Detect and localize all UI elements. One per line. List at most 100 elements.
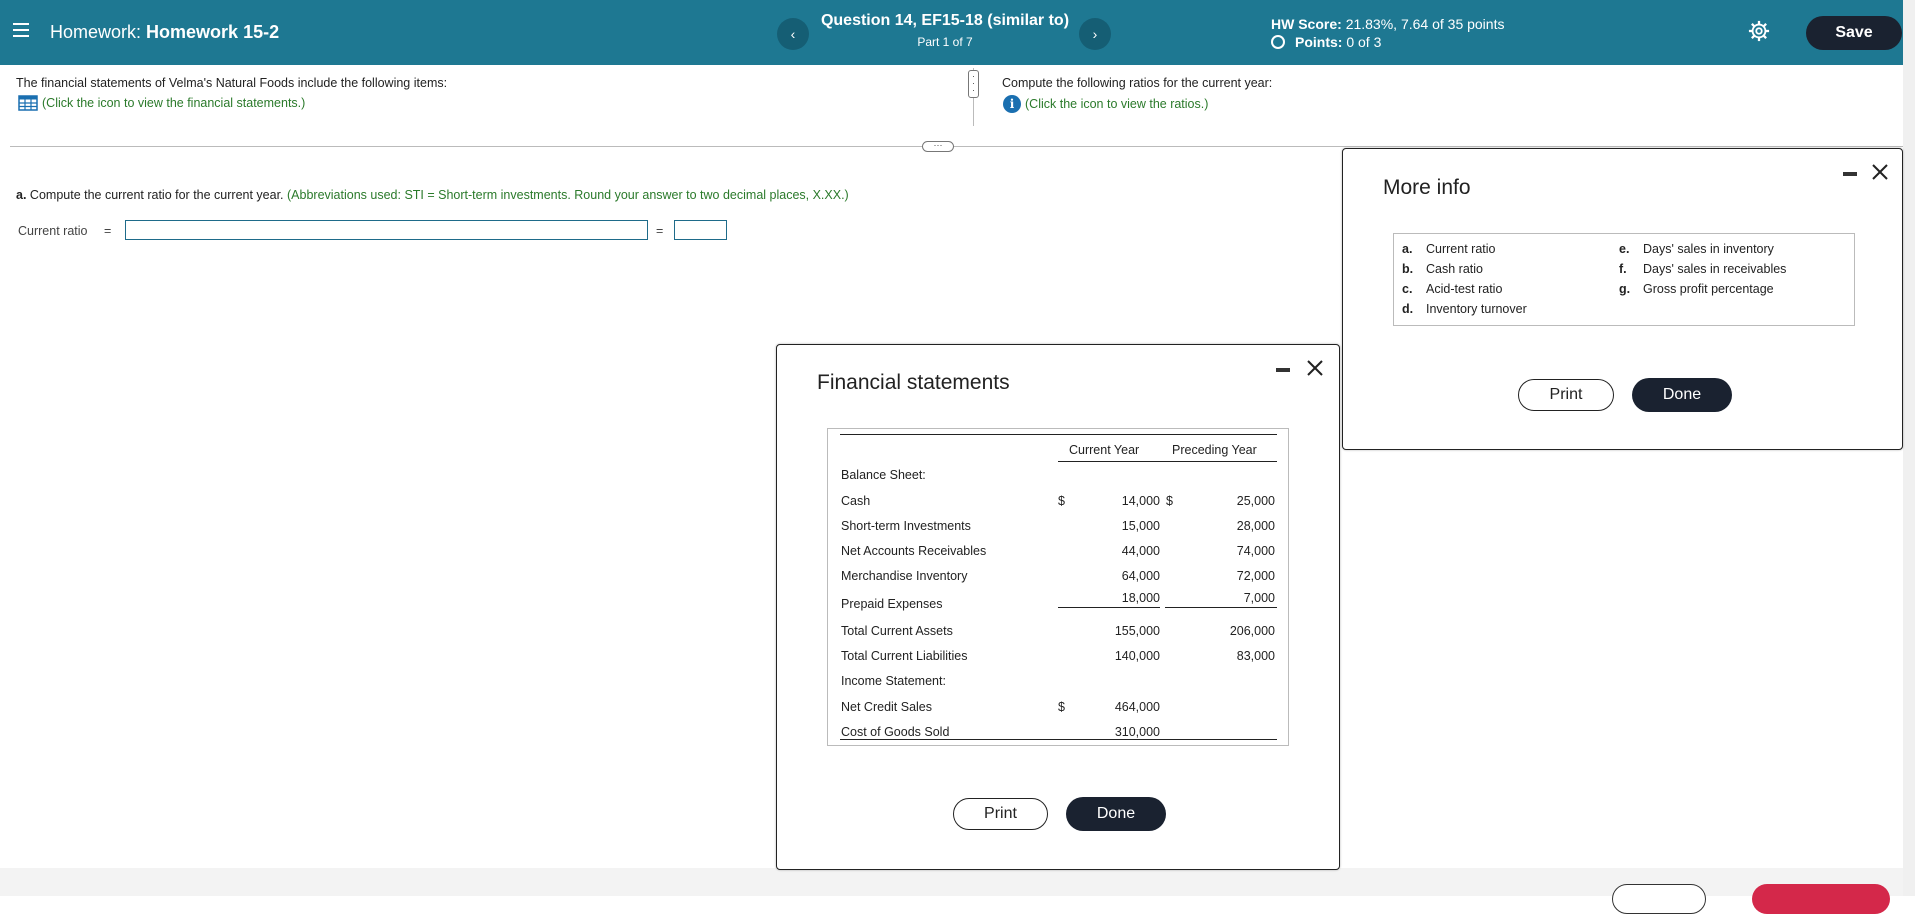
preceding-year-value: 7,000 xyxy=(1243,591,1275,605)
ratio-item: f. Days' sales in receivables xyxy=(1619,262,1786,276)
preceding-year-value: 72,000 xyxy=(1236,569,1275,583)
table-top-rule xyxy=(840,434,1277,435)
financial-print-button[interactable]: Print xyxy=(953,798,1048,830)
close-icon[interactable] xyxy=(1871,163,1889,181)
statements-link-text[interactable]: (Click the icon to view the financial st… xyxy=(42,96,305,110)
current-year-value: 15,000 xyxy=(1121,519,1160,533)
row-label: Income Statement: xyxy=(841,674,946,688)
statements-intro: The financial statements of Velma's Natu… xyxy=(16,76,448,90)
ratio-name: Days' sales in receivables xyxy=(1643,262,1787,276)
part-a-text: Compute the current ratio for the curren… xyxy=(29,188,284,202)
current-ratio-formula-input[interactable] xyxy=(125,220,648,240)
table-grid-icon[interactable] xyxy=(18,95,38,111)
statements-link[interactable]: (Click the icon to view the financial st… xyxy=(18,95,305,111)
table-bottom-rule xyxy=(840,739,1277,740)
more-info-done-button[interactable]: Done xyxy=(1632,378,1732,412)
next-question-button[interactable]: › xyxy=(1079,18,1111,50)
current-ratio-label: Current ratio xyxy=(18,224,88,238)
currency-symbol: $ xyxy=(1058,700,1065,714)
info-circle-icon[interactable]: i xyxy=(1003,95,1021,113)
scrollbar[interactable] xyxy=(1903,0,1915,896)
current-year-subtotal-rule xyxy=(1058,607,1160,608)
ratio-name: Days' sales in inventory xyxy=(1643,242,1774,256)
row-label: Short-term Investments xyxy=(841,519,971,533)
column-header-preceding-year: Preceding Year xyxy=(1172,443,1257,457)
gear-icon[interactable] xyxy=(1748,20,1770,42)
ratio-letter: e. xyxy=(1619,242,1630,256)
ratios-link-text[interactable]: (Click the icon to view the ratios.) xyxy=(1025,97,1208,111)
current-year-value: 310,000 xyxy=(1114,725,1160,739)
ratios-intro: Compute the following ratios for the cur… xyxy=(1002,76,1273,90)
save-button[interactable]: Save xyxy=(1806,16,1902,50)
hw-score-value: 21.83%, 7.64 of 35 points xyxy=(1345,16,1505,32)
question-part: Part 1 of 7 xyxy=(917,35,973,49)
current-year-value: 18,000 xyxy=(1121,591,1160,605)
points-ring-icon xyxy=(1271,35,1285,49)
ratio-letter: c. xyxy=(1402,282,1413,296)
row-label: Total Current Assets xyxy=(841,624,953,638)
financial-dialog-title: Financial statements xyxy=(817,371,1010,394)
clear-all-button[interactable] xyxy=(1612,884,1706,914)
current-year-value: 14,000 xyxy=(1121,494,1160,508)
currency-symbol: $ xyxy=(1058,494,1065,508)
row-label: Net Credit Sales xyxy=(841,700,933,714)
horizontal-resize-handle[interactable]: ··· xyxy=(922,141,954,152)
points-value: 0 of 3 xyxy=(1346,34,1382,50)
preceding-year-value: 206,000 xyxy=(1229,624,1275,638)
points-label: Points: xyxy=(1295,34,1343,50)
ratio-letter: a. xyxy=(1402,242,1413,256)
vertical-resize-handle[interactable]: · · · xyxy=(968,70,979,98)
ratio-letter: b. xyxy=(1402,262,1414,276)
ratio-letter: d. xyxy=(1402,302,1414,316)
header-underline xyxy=(1058,461,1277,462)
preceding-year-value: 74,000 xyxy=(1236,544,1275,558)
top-bar: Homework: Homework 15-2 ‹ Question 14, E… xyxy=(0,0,1903,65)
close-icon[interactable] xyxy=(1306,359,1324,377)
current-ratio-answer-input[interactable] xyxy=(674,220,727,240)
column-header-current-year: Current Year xyxy=(1069,443,1140,457)
points: Points: 0 of 3 xyxy=(1271,34,1381,50)
hamburger-menu-icon[interactable] xyxy=(13,23,29,37)
ratio-letter: f. xyxy=(1619,262,1627,276)
ratio-item: d. Inventory turnover xyxy=(1402,302,1527,316)
homework-title: Homework: Homework 15-2 xyxy=(50,22,279,43)
hw-score-label: HW Score: xyxy=(1271,16,1342,32)
more-info-print-button[interactable]: Print xyxy=(1518,379,1614,411)
ratio-name: Inventory turnover xyxy=(1426,302,1527,316)
ratio-item: b. Cash ratio xyxy=(1402,262,1483,276)
homework-name: Homework 15-2 xyxy=(146,22,280,42)
preceding-year-value: 83,000 xyxy=(1236,649,1275,663)
currency-symbol: $ xyxy=(1166,494,1173,508)
current-year-value: 64,000 xyxy=(1121,569,1160,583)
row-label: Prepaid Expenses xyxy=(841,597,943,611)
ratios-link[interactable]: i (Click the icon to view the ratios.) xyxy=(1003,95,1208,113)
horizontal-divider xyxy=(10,146,1903,147)
ratio-name: Gross profit percentage xyxy=(1643,282,1774,296)
check-answer-button[interactable] xyxy=(1752,884,1890,914)
ratio-item: c. Acid-test ratio xyxy=(1402,282,1502,296)
current-year-value: 155,000 xyxy=(1114,624,1160,638)
homework-prefix: Homework: xyxy=(50,22,142,42)
financial-done-button[interactable]: Done xyxy=(1066,797,1166,831)
part-a-hint: (Abbreviations used: STI = Short-term in… xyxy=(287,188,849,202)
ratio-letter: g. xyxy=(1619,282,1631,296)
row-label: Balance Sheet: xyxy=(841,468,926,482)
ratio-name: Cash ratio xyxy=(1426,262,1483,276)
row-label: Net Accounts Receivables xyxy=(841,544,987,558)
current-year-value: 140,000 xyxy=(1114,649,1160,663)
preceding-year-value: 25,000 xyxy=(1236,494,1275,508)
equals-sign: = xyxy=(104,224,112,238)
ratio-item: a. Current ratio xyxy=(1402,242,1495,256)
more-info-title: More info xyxy=(1383,176,1471,199)
minimize-icon[interactable] xyxy=(1276,368,1290,372)
preceding-year-subtotal-rule xyxy=(1165,607,1277,608)
minimize-icon[interactable] xyxy=(1843,172,1857,176)
current-year-value: 44,000 xyxy=(1121,544,1160,558)
part-a-question: a. Compute the current ratio for the cur… xyxy=(16,188,849,202)
ratio-name: Current ratio xyxy=(1426,242,1496,256)
part-a-letter: a. xyxy=(16,188,27,202)
question-title: Question 14, EF15-18 (similar to) xyxy=(820,12,1070,29)
ratio-item: g. Gross profit percentage xyxy=(1619,282,1774,296)
ratio-name: Acid-test ratio xyxy=(1426,282,1503,296)
row-label: Cost of Goods Sold xyxy=(841,725,950,739)
